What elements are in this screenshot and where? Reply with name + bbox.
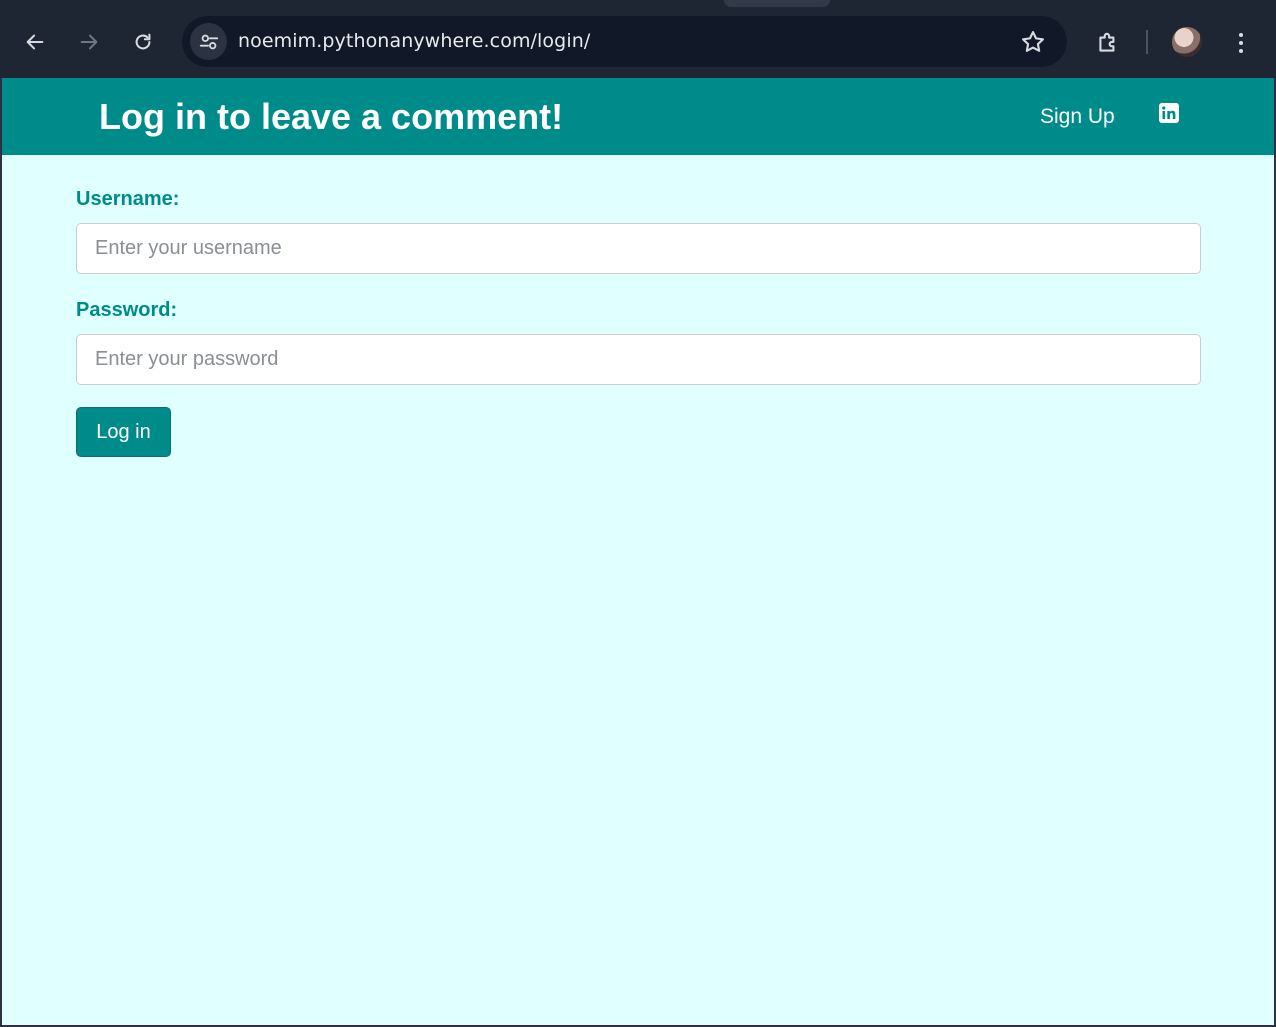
forward-arrow-icon (80, 34, 98, 50)
url-text[interactable]: noemim.pythonanywhere.com/login/ (238, 30, 590, 52)
password-label: Password: (76, 299, 178, 321)
extensions-button[interactable] (1091, 26, 1125, 60)
avatar[interactable] (1172, 27, 1202, 57)
site-header: Log in to leave a comment! Sign Up (2, 78, 1274, 155)
reload-button[interactable] (126, 25, 160, 59)
signup-link[interactable]: Sign Up (1040, 105, 1115, 129)
login-button[interactable]: Log in (76, 407, 171, 457)
page-viewport: Log in to leave a comment! Sign Up Usern… (2, 78, 1274, 1025)
username-label: Username: (76, 188, 180, 210)
forward-button[interactable] (72, 25, 106, 59)
toolbar-divider (1146, 30, 1148, 54)
linkedin-icon[interactable] (1159, 103, 1179, 123)
page-title: Log in to leave a comment! (99, 96, 564, 137)
browser-toolbar: noemim.pythonanywhere.com/login/ (0, 0, 1276, 78)
password-input[interactable] (76, 334, 1201, 385)
star-icon[interactable] (1019, 28, 1047, 56)
tune-icon (199, 34, 218, 49)
reload-icon (135, 33, 151, 50)
site-info-button[interactable] (190, 23, 227, 60)
address-bar[interactable]: noemim.pythonanywhere.com/login/ (182, 16, 1067, 67)
back-arrow-icon (26, 34, 44, 50)
back-button[interactable] (18, 25, 52, 59)
active-tab-edge (724, 0, 830, 7)
kebab-menu-icon[interactable] (1228, 26, 1254, 60)
username-input[interactable] (76, 223, 1201, 274)
puzzle-icon (1099, 32, 1115, 52)
